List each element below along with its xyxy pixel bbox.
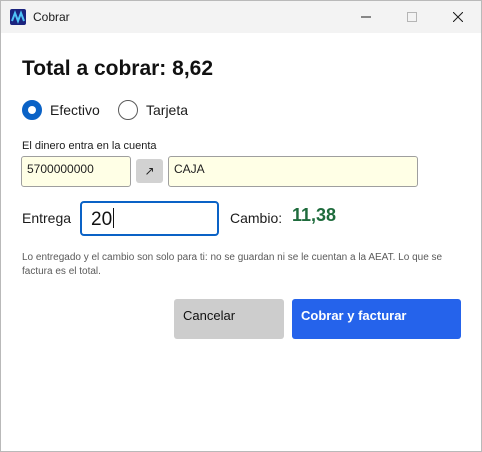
radio-efectivo[interactable]: Efectivo	[22, 99, 100, 121]
arrow-up-right-icon: ↗	[144, 164, 155, 178]
radio-button-unchecked[interactable]	[118, 100, 138, 120]
dialog-window: Cobrar Total a cobrar: 8,62 Efectivo Tar…	[0, 0, 482, 452]
close-button[interactable]	[435, 1, 481, 33]
minimize-icon	[361, 16, 371, 18]
maximize-icon	[407, 12, 417, 22]
radio-efectivo-label[interactable]: Efectivo	[50, 102, 100, 118]
charge-and-invoice-button[interactable]: Cobrar y facturar	[292, 299, 461, 339]
cambio-label: Cambio:	[230, 210, 283, 226]
open-account-button[interactable]: ↗	[136, 159, 163, 183]
account-name-field[interactable]: CAJA	[168, 156, 418, 187]
radio-tarjeta[interactable]: Tarjeta	[118, 99, 188, 121]
account-code-field[interactable]: 5700000000	[21, 156, 131, 187]
cambio-value: 11,38	[292, 205, 337, 225]
entrega-input[interactable]: 20	[80, 201, 219, 236]
info-note: Lo entregado y el cambio son solo para t…	[22, 252, 443, 277]
cancel-button[interactable]: Cancelar	[174, 299, 284, 339]
total-heading: Total a cobrar: 8,62	[22, 57, 214, 80]
text-caret	[113, 208, 115, 228]
title-bar[interactable]: Cobrar	[1, 1, 481, 33]
entrega-label: Entrega	[22, 210, 72, 226]
close-icon	[453, 12, 463, 22]
account-caption: El dinero entra en la cuenta	[22, 140, 157, 152]
radio-tarjeta-label[interactable]: Tarjeta	[146, 102, 188, 118]
maximize-button[interactable]	[389, 1, 435, 33]
entrega-value: 20	[91, 209, 113, 230]
radio-button-checked[interactable]	[22, 100, 42, 120]
minimize-button[interactable]	[343, 1, 389, 33]
app-logo-icon	[10, 9, 26, 25]
window-title: Cobrar	[33, 10, 70, 24]
